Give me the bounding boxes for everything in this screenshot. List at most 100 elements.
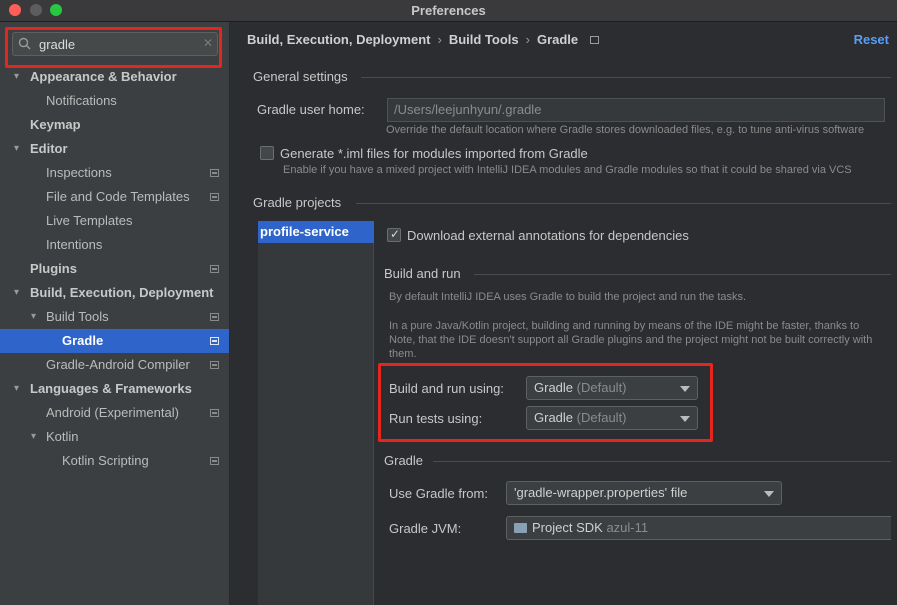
general-settings-heading: General settings bbox=[253, 69, 348, 84]
sidebar-item-label: Plugins bbox=[30, 261, 77, 276]
sidebar-item-appearance-behavior[interactable]: ▾ Appearance & Behavior bbox=[0, 65, 229, 89]
chevron-down-icon[interactable]: ▾ bbox=[14, 281, 26, 305]
folder-icon bbox=[514, 523, 527, 533]
sidebar-item-live-templates[interactable]: Live Templates bbox=[0, 209, 229, 233]
settings-search-field[interactable]: gradle ✕ bbox=[12, 32, 218, 56]
sidebar-item-label: Live Templates bbox=[46, 213, 133, 228]
chevron-down-icon[interactable]: ▾ bbox=[31, 305, 43, 329]
build-run-description: them. bbox=[389, 348, 417, 360]
settings-sidebar: gradle ✕ ▾ Appearance & Behavior Notificat… bbox=[0, 22, 230, 605]
sidebar-item-label: Appearance & Behavior bbox=[30, 69, 177, 84]
gradle-user-home-label: Gradle user home: bbox=[257, 102, 365, 117]
gradle-jvm-dropdown[interactable]: Project SDK azul-11 bbox=[506, 516, 891, 540]
generate-iml-label: Generate *.iml files for modules importe… bbox=[280, 146, 588, 161]
sidebar-item-keymap[interactable]: Keymap bbox=[0, 113, 229, 137]
sidebar-item-plugins[interactable]: Plugins bbox=[0, 257, 229, 281]
chevron-down-icon[interactable]: ▾ bbox=[31, 425, 43, 449]
chevron-down-icon bbox=[680, 416, 690, 422]
generate-iml-checkbox[interactable] bbox=[260, 146, 274, 160]
sidebar-item-label: Build Tools bbox=[46, 309, 109, 324]
sidebar-item-intentions[interactable]: Intentions bbox=[0, 233, 229, 257]
title-bar: Preferences bbox=[0, 0, 897, 22]
settings-content: Build, Execution, Deployment › Build Tools… bbox=[231, 22, 897, 605]
dropdown-suffix: (Default) bbox=[576, 410, 627, 425]
sidebar-item-build-execution-deployment[interactable]: ▾ Build, Execution, Deployment bbox=[0, 281, 229, 305]
build-and-run-heading: Build and run bbox=[384, 266, 461, 281]
sidebar-item-notifications[interactable]: Notifications bbox=[0, 89, 229, 113]
gradle-projects-heading: Gradle projects bbox=[253, 195, 342, 210]
sidebar-item-label: File and Code Templates bbox=[46, 189, 190, 204]
sidebar-item-gradle-android-compiler[interactable]: Gradle-Android Compiler bbox=[0, 353, 229, 377]
project-item-profile-service[interactable]: profile-service bbox=[258, 221, 374, 243]
chevron-down-icon[interactable]: ▾ bbox=[14, 377, 26, 401]
chevron-down-icon[interactable]: ▾ bbox=[14, 137, 26, 161]
use-gradle-from-dropdown[interactable]: 'gradle-wrapper.properties' file bbox=[506, 481, 782, 505]
dropdown-value: Gradle bbox=[534, 410, 574, 425]
project-level-icon bbox=[590, 36, 600, 44]
breadcrumb-item[interactable]: Build, Execution, Deployment bbox=[247, 32, 430, 47]
run-tests-using-label: Run tests using: bbox=[389, 411, 483, 426]
build-run-description: In a pure Java/Kotlin project, building … bbox=[389, 320, 860, 332]
build-run-description: Note, that the IDE doesn't support all G… bbox=[389, 334, 873, 346]
sidebar-item-label: Kotlin bbox=[46, 429, 79, 444]
sidebar-item-label: Gradle bbox=[62, 333, 104, 348]
dropdown-value: Gradle bbox=[534, 380, 574, 395]
sidebar-item-label: Build, Execution, Deployment bbox=[30, 285, 214, 300]
divider bbox=[361, 77, 891, 78]
project-level-icon bbox=[210, 457, 219, 465]
sidebar-item-label: Keymap bbox=[30, 117, 81, 132]
sidebar-item-gradle[interactable]: Gradle bbox=[0, 329, 229, 353]
sidebar-item-label: Android (Experimental) bbox=[46, 405, 179, 420]
project-level-icon bbox=[210, 169, 219, 177]
gradle-user-home-input[interactable]: /Users/leejunhyun/.gradle bbox=[387, 98, 885, 122]
sidebar-item-label: Languages & Frameworks bbox=[30, 381, 192, 396]
project-level-icon bbox=[210, 265, 219, 273]
search-input[interactable]: gradle bbox=[39, 37, 75, 52]
divider bbox=[356, 203, 891, 204]
build-and-run-using-dropdown[interactable]: Gradle (Default) bbox=[526, 376, 698, 400]
sidebar-item-kotlin[interactable]: ▾ Kotlin bbox=[0, 425, 229, 449]
sidebar-item-label: Intentions bbox=[46, 237, 103, 252]
sidebar-item-label: Kotlin Scripting bbox=[62, 453, 149, 468]
dropdown-value: 'gradle-wrapper.properties' file bbox=[514, 485, 688, 500]
breadcrumb-item[interactable]: Build Tools bbox=[449, 32, 519, 47]
download-annotations-label: Download external annotations for depend… bbox=[407, 228, 689, 243]
gradle-heading: Gradle bbox=[384, 453, 424, 468]
project-level-icon bbox=[210, 409, 219, 417]
divider bbox=[474, 274, 891, 275]
run-tests-using-dropdown[interactable]: Gradle (Default) bbox=[526, 406, 698, 430]
gradle-user-home-hint: Override the default location where Grad… bbox=[386, 124, 865, 136]
build-run-description: By default IntelliJ IDEA uses Gradle to … bbox=[389, 291, 747, 303]
search-icon bbox=[18, 37, 31, 50]
generate-iml-hint: Enable if you have a mixed project with … bbox=[283, 164, 852, 176]
download-annotations-checkbox[interactable]: ✓ bbox=[387, 227, 401, 242]
dropdown-suffix: azul-11 bbox=[606, 520, 649, 535]
sidebar-item-build-tools[interactable]: ▾ Build Tools bbox=[0, 305, 229, 329]
sidebar-item-kotlin-scripting[interactable]: Kotlin Scripting bbox=[0, 449, 229, 473]
project-level-icon bbox=[210, 313, 219, 321]
chevron-down-icon[interactable]: ▾ bbox=[14, 65, 26, 89]
divider bbox=[433, 461, 891, 462]
sidebar-item-file-and-code-templates[interactable]: File and Code Templates bbox=[0, 185, 229, 209]
clear-search-icon[interactable]: ✕ bbox=[203, 36, 213, 50]
sidebar-item-inspections[interactable]: Inspections bbox=[0, 161, 229, 185]
sidebar-item-label: Editor bbox=[30, 141, 68, 156]
breadcrumb: Build, Execution, Deployment › Build Tools… bbox=[247, 32, 600, 47]
sidebar-item-editor[interactable]: ▾ Editor bbox=[0, 137, 229, 161]
gradle-projects-list: profile-service bbox=[258, 221, 374, 605]
chevron-down-icon bbox=[680, 386, 690, 392]
project-level-icon bbox=[210, 361, 219, 369]
sidebar-item-label: Notifications bbox=[46, 93, 117, 108]
sidebar-item-android-experimental[interactable]: Android (Experimental) bbox=[0, 401, 229, 425]
use-gradle-from-label: Use Gradle from: bbox=[389, 486, 488, 501]
reset-link[interactable]: Reset bbox=[854, 32, 889, 47]
window-title: Preferences bbox=[411, 3, 486, 18]
dropdown-value: Project SDK bbox=[532, 520, 603, 535]
build-and-run-using-label: Build and run using: bbox=[389, 381, 504, 396]
sidebar-item-languages-frameworks[interactable]: ▾ Languages & Frameworks bbox=[0, 377, 229, 401]
sidebar-item-label: Gradle-Android Compiler bbox=[46, 357, 190, 372]
breadcrumb-item: Gradle bbox=[536, 32, 579, 47]
checkmark-icon: ✓ bbox=[390, 227, 401, 241]
project-level-icon bbox=[210, 337, 219, 345]
dropdown-suffix: (Default) bbox=[576, 380, 627, 395]
